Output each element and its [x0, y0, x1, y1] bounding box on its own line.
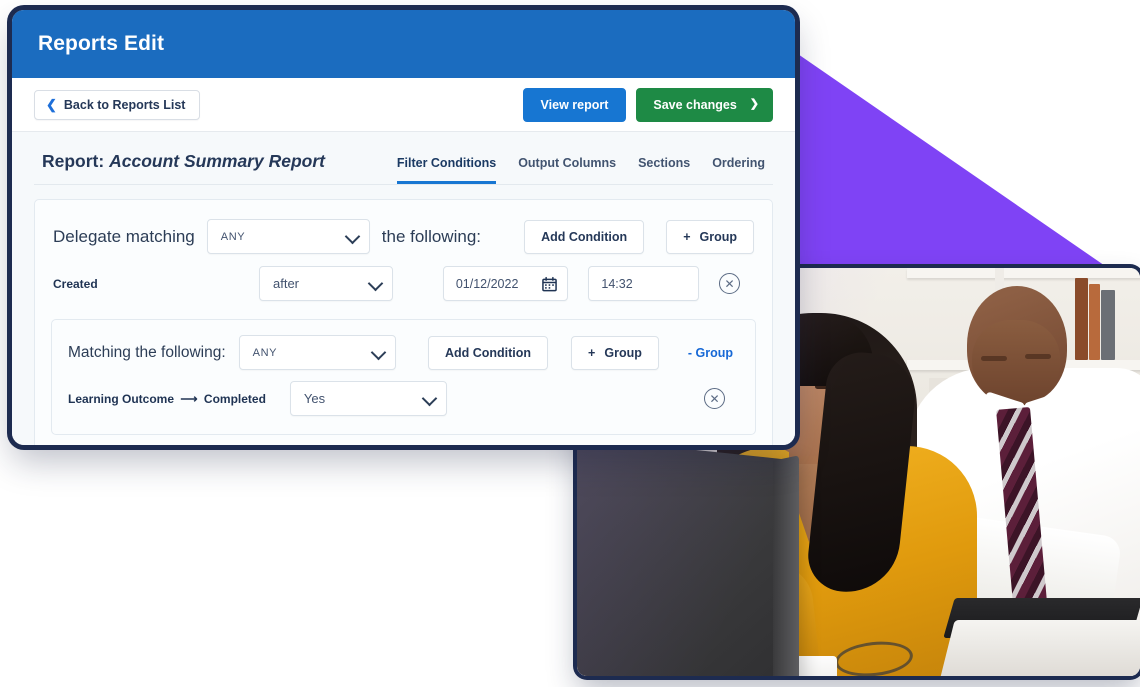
page-title: Report: Account Summary Report	[42, 151, 325, 184]
condition-operator-value: after	[273, 276, 300, 291]
condition-date-input[interactable]: 01/12/2022	[442, 266, 569, 301]
photo-face-detail	[981, 356, 1007, 361]
photo-monitor	[577, 435, 797, 676]
circle-x-icon[interactable]: ✕	[704, 388, 725, 409]
tab-filter-conditions[interactable]: Filter Conditions	[396, 156, 497, 184]
remove-group-link[interactable]: - Group	[688, 346, 733, 360]
chevron-down-icon	[421, 390, 438, 406]
nested-group-panel: Matching the following: ANY Add Conditio…	[51, 319, 756, 435]
photo-shelf	[907, 268, 1140, 278]
arrow-right-icon: ⟶	[180, 391, 198, 406]
plus-icon: +	[588, 345, 596, 360]
plus-icon: +	[683, 229, 691, 244]
tab-bar: Filter Conditions Output Columns Section…	[396, 132, 765, 185]
back-button-label: Back to Reports List	[63, 97, 186, 112]
condition-field-label: Created	[53, 276, 98, 291]
window-toolbar: ❮ Back to Reports List View report Save …	[12, 78, 795, 132]
delegate-match-type-select[interactable]: ANY	[206, 219, 370, 254]
photo-book	[1089, 284, 1100, 360]
group-matching-label: Matching the following:	[68, 343, 226, 361]
condition-row-learning-outcome: Learning Outcome ⟶ Completed Yes ✕	[66, 373, 741, 420]
calendar-icon[interactable]	[542, 276, 558, 292]
back-to-reports-list-button[interactable]: ❮ Back to Reports List	[34, 89, 201, 120]
group-condition-label-left: Learning Outcome	[68, 391, 175, 406]
delegate-matching-label: Delegate matching	[53, 226, 195, 246]
group-add-group-button[interactable]: + Group	[571, 335, 659, 370]
group-add-group-label: Group	[604, 345, 642, 360]
page-stage: Reports Edit ❮ Back to Reports List View…	[0, 0, 1140, 687]
chevron-down-icon	[344, 228, 361, 244]
add-condition-button[interactable]: Add Condition	[524, 219, 645, 254]
report-title-prefix: Report:	[42, 151, 105, 171]
delegate-matching-row: Delegate matching ANY the following: Add…	[51, 214, 756, 258]
report-header-row: Report: Account Summary Report Filter Co…	[34, 132, 773, 185]
condition-time-input[interactable]: 14:32	[588, 266, 700, 301]
chevron-down-icon	[367, 275, 384, 291]
add-group-button[interactable]: + Group	[666, 219, 754, 254]
add-group-label: Group	[699, 229, 738, 244]
reports-edit-window: Reports Edit ❮ Back to Reports List View…	[12, 10, 795, 445]
photo-face-detail	[1025, 354, 1051, 359]
condition-time-value: 14:32	[601, 276, 633, 291]
window-title: Reports Edit	[38, 32, 165, 55]
condition-operator-select[interactable]: after	[259, 266, 393, 301]
chevron-down-icon	[370, 344, 386, 360]
photo-laptop-base	[939, 620, 1140, 676]
photo-monitor-edge	[773, 455, 799, 676]
view-report-button[interactable]: View report	[522, 87, 627, 122]
group-match-type-select[interactable]: ANY	[238, 335, 396, 370]
save-changes-button[interactable]: Save changes ❯	[636, 87, 773, 122]
photo-book	[1101, 290, 1115, 360]
group-condition-field-label: Learning Outcome ⟶ Completed	[68, 392, 280, 406]
photo-person-man-face	[972, 320, 1060, 406]
group-condition-label-right: Completed	[203, 391, 266, 406]
view-report-label: View report	[540, 97, 609, 112]
photo-book	[1075, 278, 1088, 360]
delegate-match-type-value: ANY	[220, 230, 246, 243]
condition-date-value: 01/12/2022	[455, 276, 519, 291]
tab-sections[interactable]: Sections	[638, 156, 690, 185]
tab-output-columns[interactable]: Output Columns	[518, 156, 616, 185]
window-body: Report: Account Summary Report Filter Co…	[12, 132, 795, 445]
condition-row-created: Created after 01/12/2022 14:32 ✕	[51, 258, 756, 305]
tab-ordering[interactable]: Ordering	[712, 156, 765, 185]
delegate-matching-suffix: the following:	[381, 226, 481, 246]
circle-x-icon[interactable]: ✕	[719, 273, 741, 294]
save-changes-label: Save changes	[653, 97, 737, 112]
toolbar-actions: View report Save changes ❯	[522, 87, 773, 122]
chevron-left-icon: ❮	[46, 97, 57, 112]
filter-conditions-panel: Delegate matching ANY the following: Add…	[34, 199, 773, 445]
report-title-name: Account Summary Report	[109, 151, 325, 171]
group-condition-value-select[interactable]: Yes	[289, 381, 447, 416]
group-add-condition-button[interactable]: Add Condition	[427, 335, 549, 370]
window-header: Reports Edit	[12, 10, 795, 78]
group-matching-row: Matching the following: ANY Add Conditio…	[66, 332, 741, 373]
group-match-type-value: ANY	[252, 346, 278, 359]
chevron-down-icon[interactable]: ❯	[750, 99, 759, 110]
group-condition-value: Yes	[303, 391, 326, 406]
